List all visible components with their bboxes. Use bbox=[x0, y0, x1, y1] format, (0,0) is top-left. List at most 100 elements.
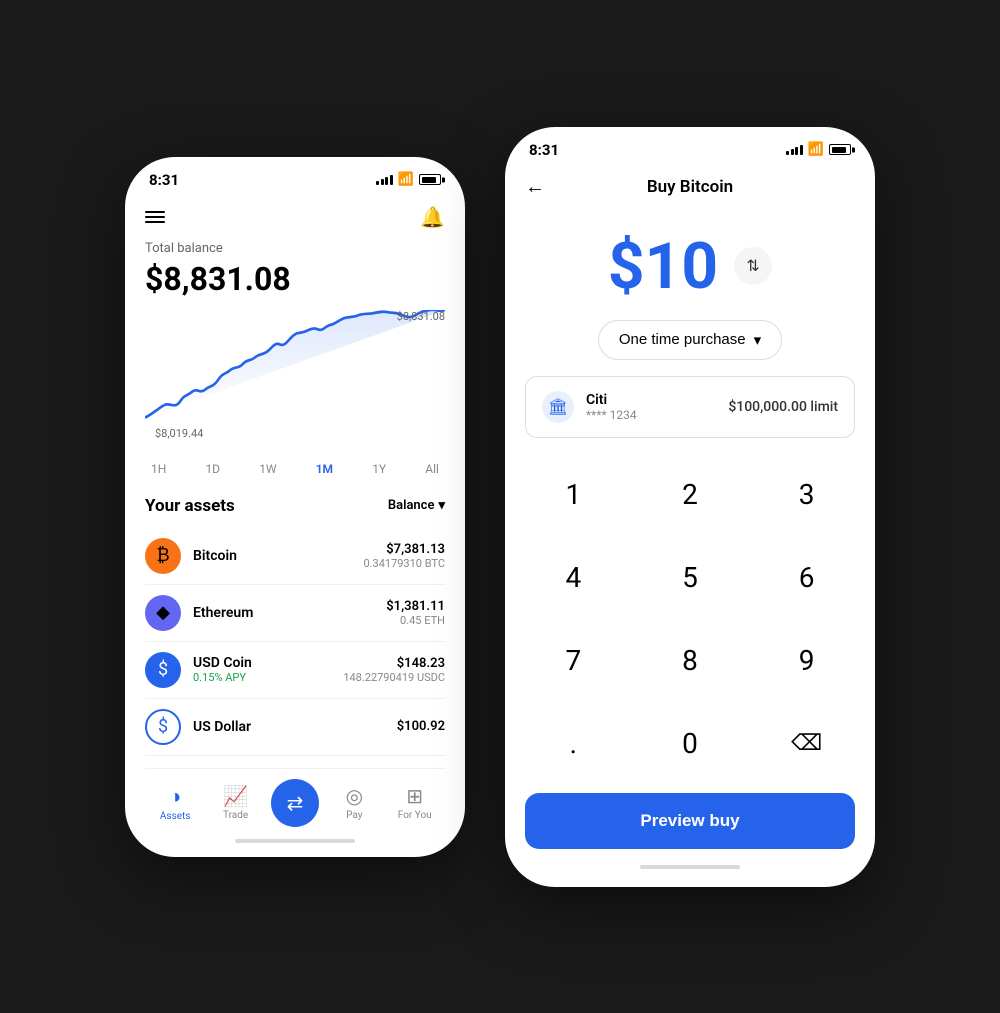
bank-icon: 🏛 bbox=[542, 391, 574, 423]
total-balance-value: $8,831.08 bbox=[145, 260, 445, 298]
nav-center-button[interactable]: ⇄ bbox=[271, 779, 319, 827]
buy-title: Buy Bitcoin bbox=[647, 177, 733, 197]
status-bar-left: 8:31 📶 bbox=[125, 157, 465, 197]
key-8[interactable]: 8 bbox=[632, 619, 749, 702]
chart-min-label: $8,019.44 bbox=[155, 427, 203, 440]
trade-nav-icon: 📈 bbox=[223, 784, 248, 808]
filter-1y[interactable]: 1Y bbox=[366, 458, 392, 480]
left-phone-content: 🔔 Total balance $8,831.08 $8,831.08 bbox=[125, 197, 465, 847]
purchase-type-button[interactable]: One time purchase ▾ bbox=[598, 320, 782, 360]
pay-nav-icon: ◎ bbox=[346, 784, 363, 808]
nav-assets-label: Assets bbox=[160, 811, 191, 822]
key-5[interactable]: 5 bbox=[632, 536, 749, 619]
amount-display: $10 ⇅ bbox=[505, 209, 875, 320]
nav-pay[interactable]: ◎ Pay bbox=[329, 784, 379, 821]
home-indicator-right bbox=[640, 865, 740, 869]
signal-icon-right bbox=[786, 145, 803, 155]
nav-foryou-label: For You bbox=[398, 810, 432, 821]
buy-header: ← Buy Bitcoin bbox=[505, 167, 875, 209]
back-button[interactable]: ← bbox=[525, 174, 545, 199]
bottom-nav: ◑ Assets 📈 Trade ⇄ ◎ Pay ⊞ For You bbox=[145, 768, 445, 833]
key-dot[interactable]: . bbox=[515, 702, 632, 785]
usdollar-usd: $100.92 bbox=[397, 719, 445, 734]
assets-header: Your assets Balance ▾ bbox=[145, 496, 445, 516]
usdollar-icon: $ bbox=[145, 709, 181, 745]
time-left: 8:31 bbox=[149, 171, 179, 189]
key-9[interactable]: 9 bbox=[748, 619, 865, 702]
numpad: 1 2 3 4 5 6 7 8 9 . 0 ⌫ bbox=[505, 454, 875, 785]
purchase-type-row: One time purchase ▾ bbox=[505, 320, 875, 360]
nav-trade[interactable]: 📈 Trade bbox=[211, 784, 261, 821]
right-phone-content: ← Buy Bitcoin $10 ⇅ One time purchase ▾ … bbox=[505, 167, 875, 877]
nav-foryou[interactable]: ⊞ For You bbox=[390, 784, 440, 821]
purchase-type-chevron-icon: ▾ bbox=[754, 331, 762, 349]
assets-nav-icon: ◑ bbox=[169, 784, 181, 809]
asset-row-ethereum[interactable]: ◆ Ethereum $1,381.11 0.45 ETH bbox=[145, 585, 445, 642]
balance-sort-button[interactable]: Balance ▾ bbox=[388, 498, 445, 513]
usdcoin-name: USD Coin bbox=[193, 655, 343, 671]
top-nav: 🔔 bbox=[145, 197, 445, 241]
status-bar-right: 8:31 📶 bbox=[505, 127, 875, 167]
filter-1w[interactable]: 1W bbox=[253, 458, 282, 480]
key-backspace[interactable]: ⌫ bbox=[748, 702, 865, 785]
left-phone: 8:31 📶 🔔 bbox=[125, 157, 465, 857]
key-1[interactable]: 1 bbox=[515, 454, 632, 537]
key-4[interactable]: 4 bbox=[515, 536, 632, 619]
filter-all[interactable]: All bbox=[419, 458, 445, 480]
wifi-icon: 📶 bbox=[398, 172, 414, 187]
bitcoin-usd: $7,381.13 bbox=[363, 542, 445, 557]
wifi-icon-right: 📶 bbox=[808, 142, 824, 157]
usdcoin-usd: $148.23 bbox=[343, 656, 445, 671]
home-indicator-left bbox=[235, 839, 355, 843]
key-0[interactable]: 0 bbox=[632, 702, 749, 785]
filter-1m[interactable]: 1M bbox=[310, 458, 339, 480]
nav-pay-label: Pay bbox=[346, 810, 362, 821]
foryou-nav-icon: ⊞ bbox=[406, 784, 423, 808]
bitcoin-crypto: 0.34179310 BTC bbox=[363, 557, 445, 570]
asset-row-usdcoin[interactable]: $ USD Coin 0.15% APY $148.23 148.2279041… bbox=[145, 642, 445, 699]
status-icons-right: 📶 bbox=[786, 142, 851, 157]
bitcoin-icon: ₿ bbox=[145, 538, 181, 574]
menu-button[interactable] bbox=[145, 211, 165, 223]
signal-icon bbox=[376, 175, 393, 185]
purchase-type-label: One time purchase bbox=[619, 331, 746, 348]
usdcoin-apy: 0.15% APY bbox=[193, 671, 343, 684]
battery-icon-right bbox=[829, 144, 851, 155]
key-7[interactable]: 7 bbox=[515, 619, 632, 702]
chart-max-label: $8,831.08 bbox=[397, 310, 445, 323]
bank-name: Citi bbox=[586, 392, 716, 408]
amount-value: $10 bbox=[608, 229, 718, 304]
key-6[interactable]: 6 bbox=[748, 536, 865, 619]
usdcoin-icon: $ bbox=[145, 652, 181, 688]
key-2[interactable]: 2 bbox=[632, 454, 749, 537]
time-right: 8:31 bbox=[529, 141, 559, 159]
time-filters: 1H 1D 1W 1M 1Y All bbox=[145, 458, 445, 480]
ethereum-icon: ◆ bbox=[145, 595, 181, 631]
price-chart: $8,831.08 $8,019.44 bbox=[145, 310, 445, 450]
filter-1d[interactable]: 1D bbox=[199, 458, 226, 480]
total-balance-label: Total balance bbox=[145, 241, 445, 256]
ethereum-crypto: 0.45 ETH bbox=[386, 614, 445, 627]
nav-trade-label: Trade bbox=[223, 810, 248, 821]
usdollar-name: US Dollar bbox=[193, 719, 397, 735]
key-3[interactable]: 3 bbox=[748, 454, 865, 537]
nav-assets[interactable]: ◑ Assets bbox=[150, 784, 200, 822]
asset-row-usdollar[interactable]: $ US Dollar $100.92 bbox=[145, 699, 445, 756]
swap-currency-button[interactable]: ⇅ bbox=[734, 247, 772, 285]
asset-row-bitcoin[interactable]: ₿ Bitcoin $7,381.13 0.34179310 BTC bbox=[145, 528, 445, 585]
payment-limit: $100,000.00 limit bbox=[728, 399, 838, 415]
battery-icon bbox=[419, 174, 441, 185]
payment-method-card[interactable]: 🏛 Citi **** 1234 $100,000.00 limit bbox=[525, 376, 855, 438]
swap-nav-icon: ⇄ bbox=[287, 791, 304, 815]
bitcoin-name: Bitcoin bbox=[193, 548, 363, 564]
account-number: **** 1234 bbox=[586, 408, 716, 422]
notification-bell-icon[interactable]: 🔔 bbox=[420, 205, 445, 229]
filter-1h[interactable]: 1H bbox=[145, 458, 172, 480]
ethereum-usd: $1,381.11 bbox=[386, 599, 445, 614]
status-icons-left: 📶 bbox=[376, 172, 441, 187]
right-phone: 8:31 📶 ← Buy Bitcoin bbox=[505, 127, 875, 887]
ethereum-name: Ethereum bbox=[193, 605, 386, 621]
preview-buy-button[interactable]: Preview buy bbox=[525, 793, 855, 849]
assets-title: Your assets bbox=[145, 496, 235, 516]
usdcoin-crypto: 148.22790419 USDC bbox=[343, 671, 445, 684]
